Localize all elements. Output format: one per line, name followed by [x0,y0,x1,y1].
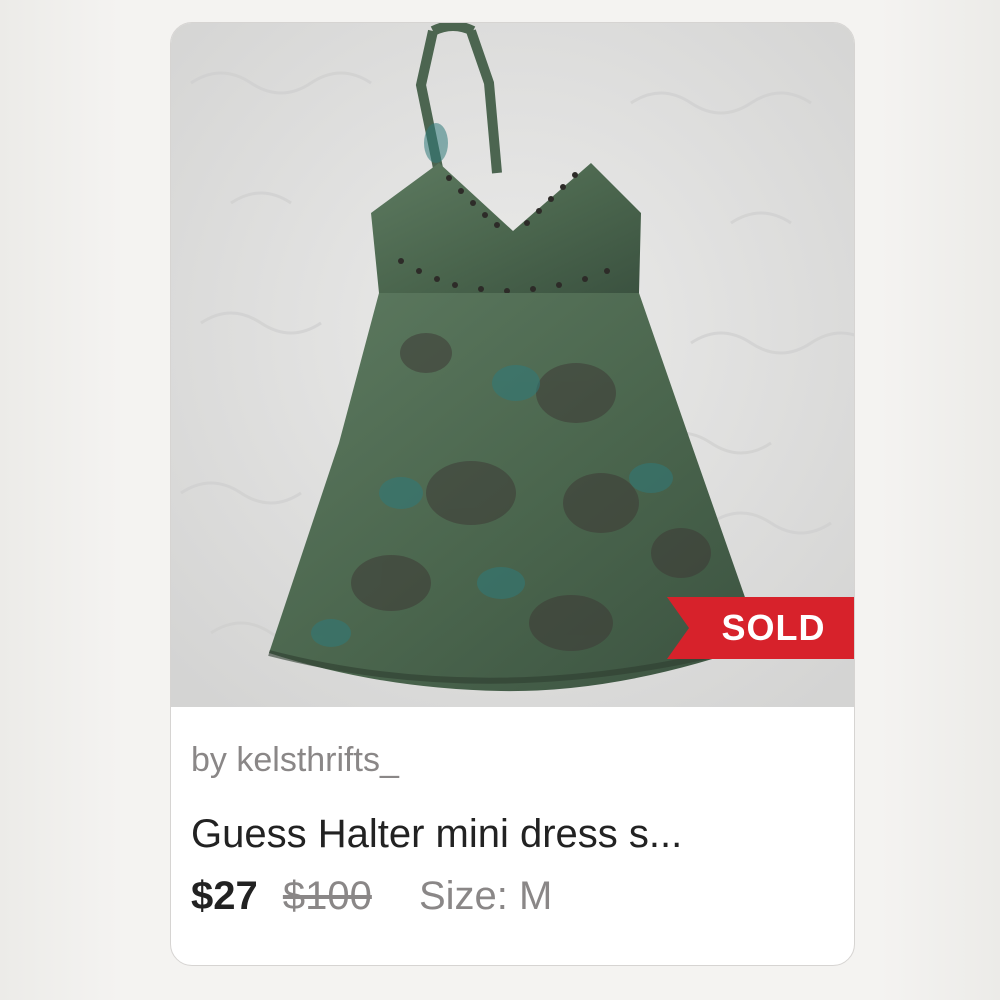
size-label: Size: M [418,874,553,918]
sold-badge: SOLD [667,597,854,659]
price-row: $27 $100 Size: M [191,867,834,925]
current-price: $27 [191,874,258,918]
listing-info: by kelsthrifts_ Guess Halter mini dress … [171,707,854,925]
listing-title[interactable]: Guess Halter mini dress s... [191,807,834,861]
page: SOLD by kelsthrifts_ Guess Halter mini d… [0,0,1000,1000]
sold-badge-label: SOLD [721,607,826,648]
listing-photo[interactable]: SOLD [171,23,854,707]
seller-name[interactable]: by kelsthrifts_ [191,735,834,785]
listing-card[interactable]: SOLD by kelsthrifts_ Guess Halter mini d… [170,22,855,966]
original-price: $100 [282,874,372,918]
